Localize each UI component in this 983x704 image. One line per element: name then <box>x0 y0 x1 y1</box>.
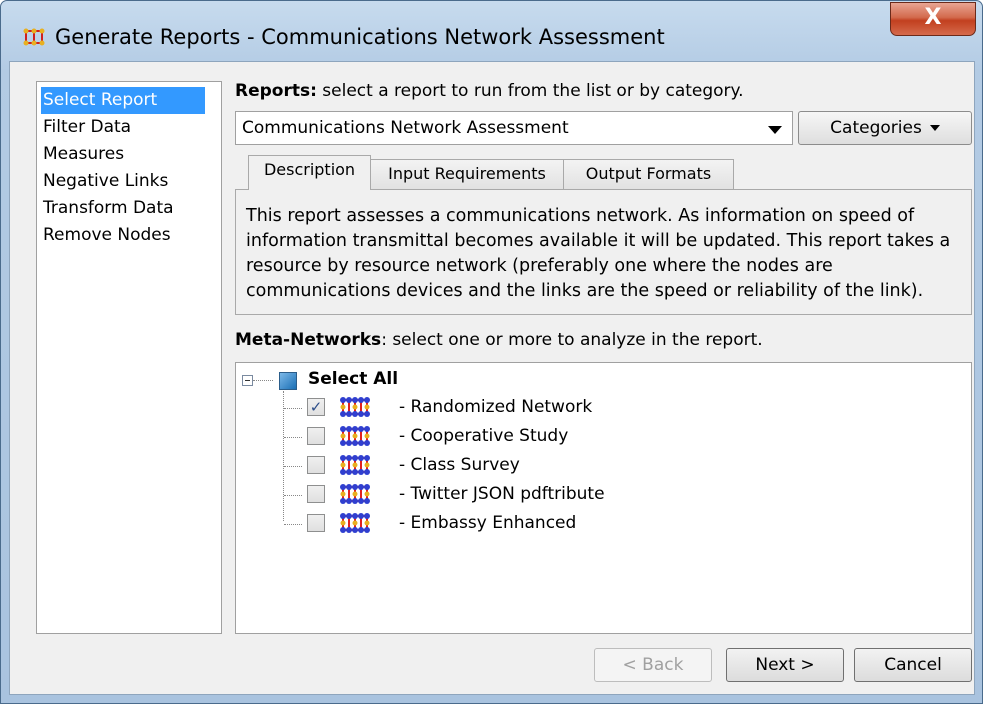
nav-item-transform-data[interactable]: Transform Data <box>41 195 205 222</box>
back-button-label: < Back <box>622 655 684 675</box>
tab-description-label: Description <box>263 160 356 179</box>
network-label: - Twitter JSON pdftribute <box>399 484 605 504</box>
network-label: - Class Survey <box>399 455 520 475</box>
network-checkbox[interactable] <box>307 514 325 532</box>
meta-network-icon <box>339 512 375 539</box>
report-select[interactable]: Communications Network Assessment <box>235 111 793 145</box>
meta-network-icon <box>339 396 375 423</box>
network-checkbox[interactable] <box>307 427 325 445</box>
nav-item-negative-links[interactable]: Negative Links <box>41 168 205 195</box>
network-label: - Randomized Network <box>399 397 593 417</box>
tab-input-requirements-label: Input Requirements <box>388 164 546 183</box>
categories-button[interactable]: Categories <box>798 111 972 145</box>
tree-connector <box>284 437 302 438</box>
tree-connector <box>284 408 302 409</box>
tab-output-formats[interactable]: Output Formats <box>563 159 734 189</box>
network-checkbox[interactable] <box>307 456 325 474</box>
tree-connector <box>284 524 302 525</box>
close-icon: X <box>924 5 942 30</box>
window-title: Generate Reports - Communications Networ… <box>55 25 665 49</box>
title-bar[interactable]: Generate Reports - Communications Networ… <box>1 1 982 59</box>
next-button-label: Next > <box>755 655 815 675</box>
meta-network-tree: Select All ✓ - Randomized Network - Coop… <box>235 362 972 634</box>
dialog-window: Generate Reports - Communications Networ… <box>0 0 983 704</box>
dialog-content: Select Report Filter Data Measures Negat… <box>9 61 975 695</box>
meta-networks-heading-text: : select one or more to analyze in the r… <box>381 330 763 350</box>
tree-row[interactable]: - Twitter JSON pdftribute <box>236 481 936 509</box>
reports-heading-text: select a report to run from the list or … <box>316 81 744 101</box>
close-button[interactable]: X <box>890 2 976 36</box>
cancel-button-label: Cancel <box>884 655 942 675</box>
meta-networks-heading-bold: Meta-Networks <box>235 330 382 350</box>
report-select-value: Communications Network Assessment <box>242 118 569 138</box>
meta-networks-heading: Meta-Networks: select one or more to ana… <box>235 330 763 350</box>
reports-heading: Reports: select a report to run from the… <box>235 81 744 101</box>
meta-network-icon <box>339 454 375 481</box>
categories-label: Categories <box>830 118 922 138</box>
network-label: - Embassy Enhanced <box>399 513 577 533</box>
meta-network-icon <box>339 425 375 452</box>
wizard-step-list: Select Report Filter Data Measures Negat… <box>36 81 222 634</box>
tree-connector <box>253 380 273 381</box>
reports-heading-bold: Reports: <box>235 81 317 101</box>
nav-item-filter-data[interactable]: Filter Data <box>41 114 205 141</box>
nav-item-measures[interactable]: Measures <box>41 141 205 168</box>
next-button[interactable]: Next > <box>726 648 844 682</box>
network-checkbox[interactable]: ✓ <box>307 398 325 416</box>
tree-connector <box>284 495 302 496</box>
app-network-icon <box>23 28 45 51</box>
network-checkbox[interactable] <box>307 485 325 503</box>
select-all-checkbox[interactable] <box>279 372 297 390</box>
description-text: This report assesses a communications ne… <box>246 206 951 301</box>
dropdown-arrow-icon[interactable] <box>768 126 782 134</box>
description-panel: This report assesses a communications ne… <box>235 189 972 315</box>
nav-item-select-report[interactable]: Select Report <box>41 87 205 114</box>
nav-item-remove-nodes[interactable]: Remove Nodes <box>41 222 205 249</box>
meta-network-icon <box>339 483 375 510</box>
back-button[interactable]: < Back <box>594 648 712 682</box>
tree-row[interactable]: - Class Survey <box>236 452 936 480</box>
collapse-toggle-icon[interactable] <box>242 375 253 386</box>
tree-row[interactable]: - Cooperative Study <box>236 423 936 451</box>
tab-output-formats-label: Output Formats <box>585 164 712 183</box>
tree-row[interactable]: - Embassy Enhanced <box>236 510 936 538</box>
caret-down-icon <box>929 125 940 131</box>
cancel-button[interactable]: Cancel <box>854 648 972 682</box>
tree-row[interactable]: ✓ - Randomized Network <box>236 394 936 422</box>
tab-description[interactable]: Description <box>248 155 371 190</box>
tree-connector <box>284 466 302 467</box>
tab-input-requirements[interactable]: Input Requirements <box>370 159 564 189</box>
network-label: - Cooperative Study <box>399 426 569 446</box>
select-all-label[interactable]: Select All <box>308 369 398 389</box>
